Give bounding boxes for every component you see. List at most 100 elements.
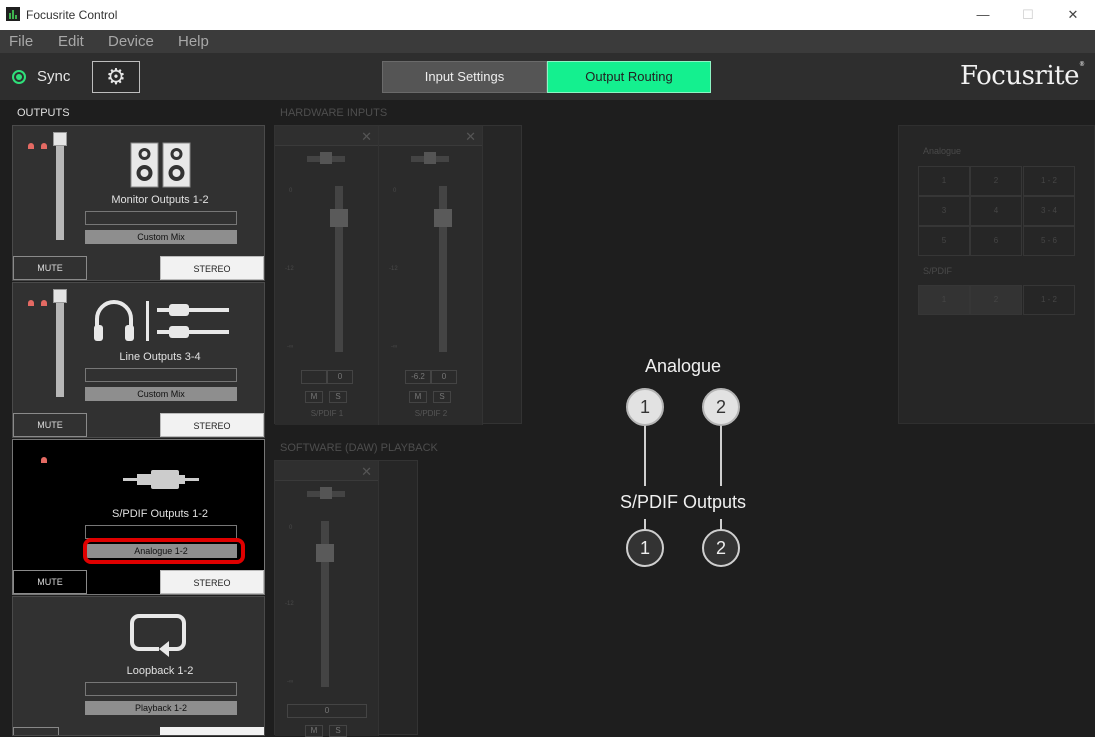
- close-window-button[interactable]: ✕: [1050, 0, 1095, 30]
- level-readout: [301, 370, 327, 384]
- channel-strip: ✕ 0 -12 -∞ 0 M S S/PDIF 1: [275, 126, 379, 425]
- routing-source-node-2[interactable]: 2: [702, 388, 740, 426]
- solo-button[interactable]: S: [329, 725, 347, 737]
- matrix-analogue-label: Analogue: [923, 146, 962, 156]
- solo-button[interactable]: S: [329, 391, 347, 403]
- loopback-icon: [130, 614, 186, 657]
- matrix-cell[interactable]: 2: [970, 285, 1022, 315]
- stereo-button[interactable]: [160, 727, 264, 735]
- output-card-spdif[interactable]: S/PDIF Outputs 1-2 Analogue 1-2 MUTE STE…: [12, 439, 265, 595]
- speakers-icon: [130, 142, 191, 188]
- output-custom-name-field[interactable]: [85, 682, 237, 696]
- title-bar: Focusrite Control — ☐ ✕: [0, 0, 1095, 30]
- routing-source-node-1[interactable]: 1: [626, 388, 664, 426]
- sync-label: Sync: [37, 68, 71, 85]
- mute-button[interactable]: [13, 727, 59, 735]
- matrix-cell[interactable]: 3 - 4: [1023, 196, 1075, 226]
- output-card-line[interactable]: Line Outputs 3-4 Custom Mix MUTE STEREO: [12, 282, 265, 438]
- fader-handle[interactable]: [53, 132, 67, 146]
- hardware-inputs-header: HARDWARE INPUTS: [280, 107, 388, 119]
- fader-handle[interactable]: [53, 289, 67, 303]
- pan-knob[interactable]: [307, 487, 345, 499]
- output-name: S/PDIF Outputs 1-2: [112, 508, 208, 520]
- focusrite-logo: Focusrite®: [960, 61, 1085, 91]
- close-icon[interactable]: ✕: [361, 129, 372, 145]
- output-volume-fader[interactable]: [56, 293, 64, 397]
- output-source-select[interactable]: Custom Mix: [85, 230, 237, 244]
- settings-gear-button[interactable]: ⚙: [92, 61, 140, 93]
- focusrite-app-icon: [6, 7, 20, 21]
- matrix-cell[interactable]: 1: [918, 285, 970, 315]
- routing-wire: [644, 424, 646, 486]
- spdif-cable-icon: [123, 470, 199, 489]
- matrix-spdif-label: S/PDIF: [923, 266, 953, 276]
- output-custom-name-field[interactable]: [85, 368, 237, 382]
- menu-edit[interactable]: Edit: [58, 33, 84, 50]
- mute-button[interactable]: M: [409, 391, 427, 403]
- matrix-cell[interactable]: 3: [918, 196, 970, 226]
- menu-help[interactable]: Help: [178, 33, 209, 50]
- stereo-button[interactable]: STEREO: [160, 413, 264, 437]
- solo-button[interactable]: S: [433, 391, 451, 403]
- output-card-loopback[interactable]: Loopback 1-2 Playback 1-2: [12, 596, 265, 736]
- matrix-cell[interactable]: 1 - 2: [1023, 166, 1075, 196]
- matrix-cell[interactable]: 6: [970, 226, 1022, 256]
- minimize-button[interactable]: —: [960, 0, 1006, 30]
- fader-handle[interactable]: [316, 544, 334, 562]
- menu-device[interactable]: Device: [108, 33, 154, 50]
- close-icon[interactable]: ✕: [361, 464, 372, 480]
- mute-button[interactable]: MUTE: [13, 570, 87, 594]
- headphones-cable-icon: [94, 300, 229, 341]
- output-card-monitor[interactable]: Monitor Outputs 1-2 Custom Mix MUTE STER…: [12, 125, 265, 281]
- routing-destination-node-2[interactable]: 2: [702, 529, 740, 567]
- channel-name: S/PDIF 2: [414, 409, 448, 418]
- sync-indicator-icon: [12, 70, 26, 84]
- output-name: Line Outputs 3-4: [119, 351, 201, 363]
- matrix-cell[interactable]: 5: [918, 226, 970, 256]
- channel-name: S/PDIF 1: [310, 409, 344, 418]
- highlight-annotation: [83, 538, 245, 564]
- matrix-cell[interactable]: 2: [970, 166, 1022, 196]
- output-name: Loopback 1-2: [126, 665, 194, 677]
- matrix-cell[interactable]: 4: [970, 196, 1022, 226]
- mute-button[interactable]: MUTE: [13, 256, 87, 280]
- tab-input-settings[interactable]: Input Settings: [382, 61, 547, 93]
- output-custom-name-field[interactable]: [85, 525, 237, 539]
- outputs-header: OUTPUTS: [17, 107, 70, 119]
- routing-destination-node-1[interactable]: 1: [626, 529, 664, 567]
- source-matrix-panel: Analogue 1 2 1 - 2 3 4 3 - 4 5 6 5 - 6 S…: [898, 125, 1095, 424]
- channel-strip: ✕ 0 -12 -∞ -6.2 0 M S S/PDIF 2: [379, 126, 483, 425]
- pan-knob[interactable]: [307, 152, 345, 164]
- gain-readout: 0: [287, 704, 367, 718]
- stereo-button[interactable]: STEREO: [160, 570, 264, 594]
- hardware-inputs-group: ✕ 0 -12 -∞ 0 M S S/PDIF 1 ✕ 0 -12 -∞ -6.…: [274, 125, 522, 425]
- level-led-right: [41, 143, 47, 149]
- level-readout: -6.2: [405, 370, 431, 384]
- output-source-select[interactable]: Playback 1-2: [85, 701, 237, 715]
- mute-button[interactable]: M: [305, 725, 323, 737]
- stereo-button[interactable]: STEREO: [160, 256, 264, 280]
- maximize-button[interactable]: ☐: [1005, 0, 1051, 30]
- level-led-left: [28, 143, 34, 149]
- fader-handle[interactable]: [330, 209, 348, 227]
- menu-bar: File Edit Device Help: [0, 30, 1095, 53]
- fader-handle[interactable]: [434, 209, 452, 227]
- window-title: Focusrite Control: [26, 8, 118, 22]
- matrix-cell[interactable]: 1 - 2: [1023, 285, 1075, 315]
- output-volume-fader[interactable]: [56, 136, 64, 240]
- pan-knob[interactable]: [411, 152, 449, 164]
- toolbar: Sync ⚙ Input Settings Output Routing Foc…: [0, 53, 1095, 100]
- output-name: Monitor Outputs 1-2: [111, 194, 209, 206]
- output-custom-name-field[interactable]: [85, 211, 237, 225]
- routing-source-title: Analogue: [644, 356, 722, 376]
- channel-strip: ✕ 0 -12 -∞ 0 M S: [275, 461, 379, 737]
- matrix-cell[interactable]: 5 - 6: [1023, 226, 1075, 256]
- menu-file[interactable]: File: [9, 33, 33, 50]
- output-source-select[interactable]: Custom Mix: [85, 387, 237, 401]
- mute-button[interactable]: MUTE: [13, 413, 87, 437]
- close-icon[interactable]: ✕: [465, 129, 476, 145]
- routing-destination-title: S/PDIF Outputs: [619, 492, 747, 512]
- matrix-cell[interactable]: 1: [918, 166, 970, 196]
- mute-button[interactable]: M: [305, 391, 323, 403]
- tab-output-routing[interactable]: Output Routing: [547, 61, 711, 93]
